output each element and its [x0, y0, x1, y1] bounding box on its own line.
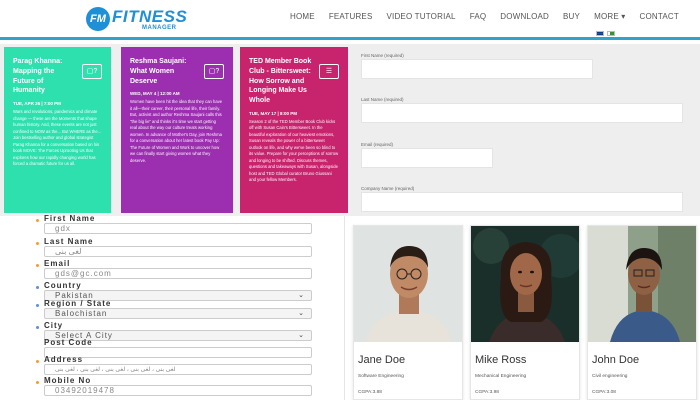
chat-bubbles-icon: ▢? — [204, 64, 224, 79]
event-card[interactable]: Parag Khanna: Mapping the Future of Huma… — [4, 47, 111, 213]
chevron-down-icon: ⌄ — [298, 310, 305, 317]
page: FM FITNESS MANAGER HOME FEATURES VIDEO T… — [0, 0, 700, 400]
event-card[interactable]: Reshma Saujani: What Women Deserve ▢? WE… — [121, 47, 233, 213]
last-name-field[interactable] — [361, 103, 683, 123]
event-date: TUE, MAY 17 | 8:00 PM — [249, 110, 298, 116]
team-card[interactable]: Jane Doe Software Engineering CGPA:3.88 — [353, 225, 463, 400]
language-switcher — [596, 31, 615, 36]
event-description: Season 2 of the TED Member Book Club kic… — [249, 118, 339, 183]
profile-photo — [471, 226, 579, 342]
nav-features[interactable]: FEATURES — [329, 12, 373, 21]
event-date: TUE, APR 26 | 7:00 PM — [13, 101, 61, 107]
member-name: John Doe — [592, 354, 640, 366]
team-section: Jane Doe Software Engineering CGPA:3.88 — [345, 216, 700, 400]
region-value: Balochistan — [55, 309, 108, 318]
nav-contact[interactable]: CONTACT — [640, 12, 679, 21]
last-name-input[interactable]: لغی بنی — [44, 246, 312, 257]
required-dot — [36, 242, 39, 245]
address-label: Address — [44, 355, 84, 364]
brand-name: FITNESS — [112, 6, 188, 26]
region-label: Region / State — [44, 299, 112, 308]
required-dot — [36, 219, 39, 222]
required-dot — [36, 304, 39, 307]
first-name-label: First Name (required) — [361, 53, 404, 58]
country-label: Country — [44, 281, 82, 290]
event-date: WED, MAY 4 | 12:00 AM — [130, 91, 180, 97]
profile-photo — [354, 226, 462, 342]
post-code-label: Post Code — [44, 338, 93, 347]
chevron-down-icon: ⌄ — [298, 292, 305, 299]
email-field[interactable] — [361, 148, 493, 168]
team-card[interactable]: John Doe Civil engineering CGPA:3.08 — [587, 225, 697, 400]
city-label: City — [44, 321, 64, 330]
email-input[interactable]: gds@gc.com — [44, 268, 312, 279]
required-dot — [36, 264, 39, 267]
required-dot — [36, 286, 39, 289]
member-major: Civil engineering — [592, 374, 628, 379]
nav-video-tutorial[interactable]: VIDEO TUTORIAL — [387, 12, 456, 21]
member-name: Mike Ross — [475, 354, 527, 366]
brand-logo[interactable]: FM FITNESS MANAGER — [86, 7, 187, 31]
email-label: Email — [44, 259, 71, 268]
first-name-label: First Name — [44, 214, 96, 223]
required-dot — [36, 326, 39, 329]
event-title: Parag Khanna: Mapping the Future of Huma… — [13, 58, 63, 95]
registration-form: First Name gdx Last Name لغی بنی Email g… — [0, 214, 345, 400]
member-major: Mechanical Engineering — [475, 374, 527, 379]
post-code-input[interactable] — [44, 347, 312, 358]
pakistan-flag-icon[interactable] — [607, 31, 615, 36]
nav-home[interactable]: HOME — [290, 12, 315, 21]
nav-download[interactable]: DOWNLOAD — [500, 12, 549, 21]
book-icon: ☰ — [319, 64, 339, 79]
last-name-label: Last Name — [44, 237, 94, 246]
region-select[interactable]: Balochistan ⌄ — [44, 308, 312, 319]
member-gpa: CGPA:3.08 — [592, 390, 616, 395]
event-description: Women have been hit the idea that they c… — [130, 99, 223, 163]
main-nav: HOME FEATURES VIDEO TUTORIAL FAQ DOWNLOA… — [290, 12, 693, 21]
member-gpa: CGPA:3.98 — [475, 390, 499, 395]
contact-form: First Name (required) Last Name (require… — [350, 44, 700, 216]
mobile-label: Mobile No — [44, 376, 92, 385]
chat-bubbles-icon: ▢? — [82, 64, 102, 79]
member-major: Software Engineering — [358, 374, 404, 379]
first-name-input[interactable]: gdx — [44, 223, 312, 234]
team-card[interactable]: Mike Ross Mechanical Engineering CGPA:3.… — [470, 225, 580, 400]
nav-more[interactable]: MORE ▾ — [594, 12, 625, 21]
profile-photo — [588, 226, 696, 342]
mobile-input[interactable]: 03492019478 — [44, 385, 312, 396]
event-title: Reshma Saujani: What Women Deserve — [130, 58, 187, 85]
event-title: TED Member Book Club - Bittersweet: How … — [249, 58, 312, 105]
member-name: Jane Doe — [358, 354, 406, 366]
email-label: Email (required) — [361, 142, 394, 147]
brand-sub: MANAGER — [142, 24, 177, 31]
required-dot — [36, 381, 39, 384]
company-field[interactable] — [361, 192, 683, 212]
member-gpa: CGPA:3.88 — [358, 390, 382, 395]
last-name-label: Last Name (required) — [361, 97, 404, 102]
required-dot — [36, 360, 39, 363]
address-input[interactable]: لغی بنی ، لغی بنی ، لغی بنی ، لغی بنی ، … — [44, 364, 312, 375]
event-card[interactable]: TED Member Book Club - Bittersweet: How … — [240, 47, 348, 213]
first-name-field[interactable] — [361, 59, 593, 79]
event-cards: Parag Khanna: Mapping the Future of Huma… — [0, 44, 350, 216]
event-description: Wars and revolutions, pandemics and clim… — [13, 109, 102, 167]
english-flag-icon[interactable] — [596, 31, 604, 36]
chevron-down-icon: ⌄ — [298, 332, 305, 339]
logo-badge: FM — [86, 7, 110, 31]
nav-faq[interactable]: FAQ — [470, 12, 487, 21]
company-label: Company Name (required) — [361, 186, 415, 191]
site-header: FM FITNESS MANAGER HOME FEATURES VIDEO T… — [0, 0, 700, 40]
nav-buy[interactable]: BUY — [563, 12, 580, 21]
